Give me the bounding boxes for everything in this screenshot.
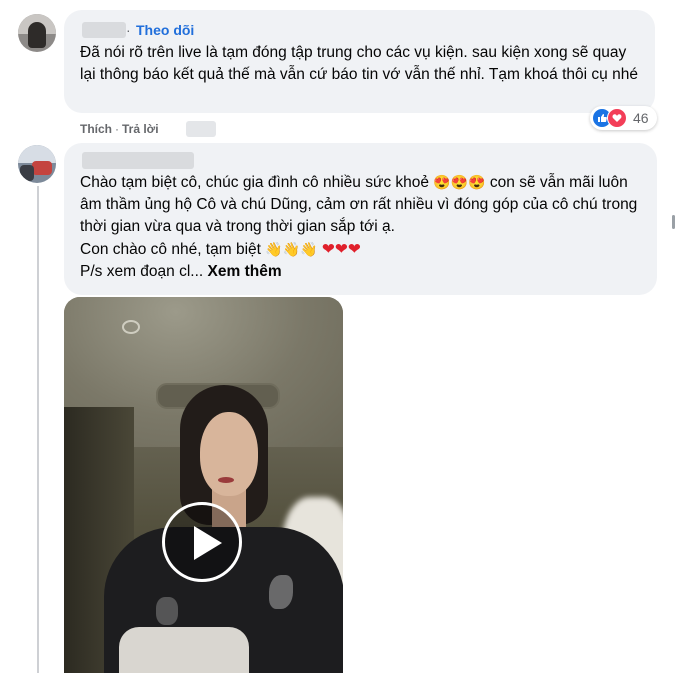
blurred-commenter-name[interactable] [82,152,194,169]
commenter-avatar[interactable] [18,14,56,52]
avatar-figure [28,22,46,48]
comment-text-part: Chào tạm biệt cô, chúc gia đình cô nhiều… [80,174,434,191]
avatar-figure-shadow [20,165,34,181]
truncated-text: P/s xem đoạn cl... [80,263,204,280]
play-button[interactable] [162,502,242,582]
red-heart-emoji: ❤❤❤ [321,241,361,258]
scrollbar-thumb[interactable] [672,215,675,229]
reply-link[interactable]: Trả lời [122,122,159,136]
see-more-link[interactable]: Xem thêm [208,263,282,280]
name-separator: · [126,22,131,38]
blurred-commenter-name[interactable] [82,22,126,38]
waving-hand-emoji: 👋👋👋 [265,241,318,257]
commenter-avatar[interactable] [18,145,56,183]
person-face [200,412,258,496]
shirt-pattern [269,575,293,609]
shirt-pattern [156,597,178,625]
comment-text: Chào tạm biệt cô, chúc gia đình cô nhiều… [80,171,645,283]
comment-text-part: Con chào cô nhé, tạm biệt [80,241,266,258]
ceiling-light [122,320,140,334]
comment-text: Đã nói rõ trên live là tạm đóng tập trun… [80,44,638,83]
thread-line [37,186,39,673]
follow-link[interactable]: Theo dõi [136,22,194,38]
like-link[interactable]: Thích [80,122,112,136]
heart-eyes-emoji: 😍😍😍 [433,174,486,190]
play-icon [194,526,222,560]
video-thumbnail[interactable] [64,297,343,673]
love-icon [607,108,627,128]
comment-actions: Thích · Trả lời [80,122,159,136]
reaction-summary[interactable]: 46 [590,106,657,130]
action-separator: · [115,122,119,136]
blurred-timestamp [186,121,216,137]
person-lips [218,477,234,483]
blanket [119,627,249,673]
reaction-count: 46 [633,110,649,126]
avatar-figure [32,161,52,175]
